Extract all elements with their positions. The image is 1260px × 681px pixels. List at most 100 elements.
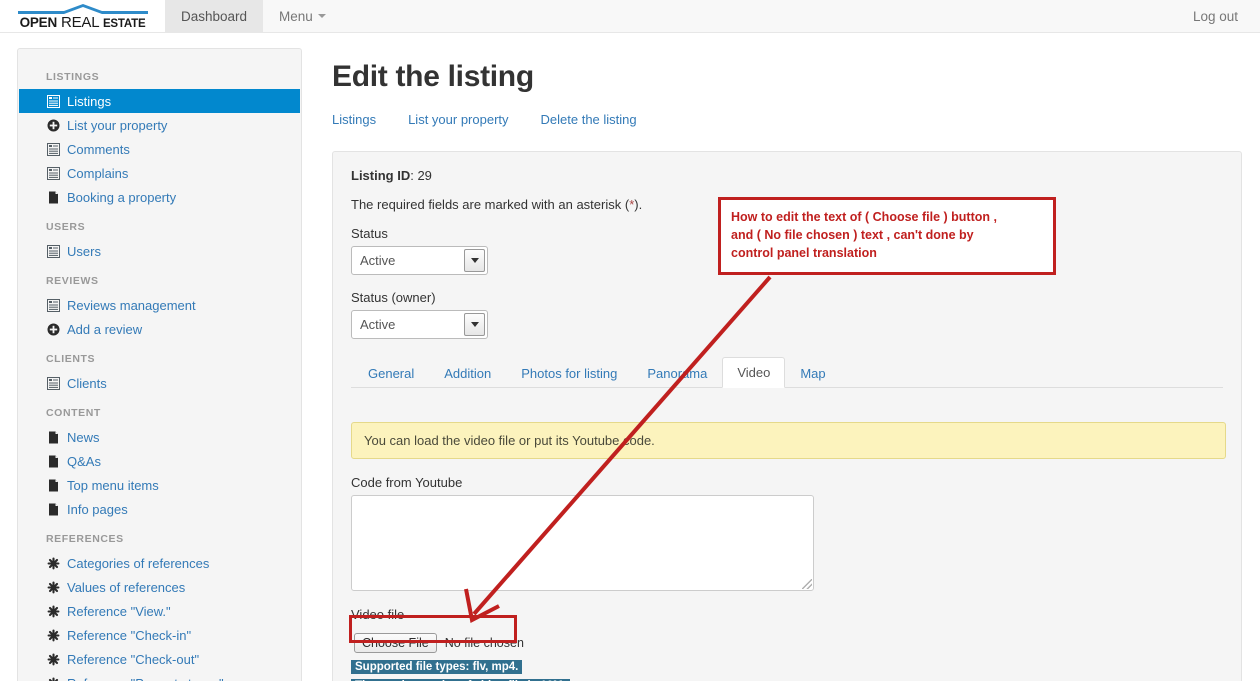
no-file-chosen-text: No file chosen (445, 636, 524, 650)
sidebar-item-label: Q&As (67, 454, 101, 469)
tab-video[interactable]: Video (722, 357, 785, 388)
video-file-input[interactable]: Choose File No file chosen (351, 631, 527, 655)
sidebar-heading-content: CONTENT (18, 395, 301, 425)
chevron-down-icon (318, 14, 326, 18)
brand-word-real: REAL (61, 14, 99, 31)
page-root: OPEN REAL ESTATE Dashboard Menu Log out … (0, 0, 1260, 681)
sidebar-item-news[interactable]: News (18, 425, 301, 449)
sidebar-item-reviews-management[interactable]: Reviews management (18, 293, 301, 317)
file-icon (46, 430, 60, 444)
sidebar-item-label: News (67, 430, 100, 445)
sidebar-item-categories-of-references[interactable]: Categories of references (18, 551, 301, 575)
sidebar-item-info-pages[interactable]: Info pages (18, 497, 301, 521)
status-owner-select-value: Active (352, 317, 395, 332)
sidebar-item-label: Booking a property (67, 190, 176, 205)
sidebar-item-comments[interactable]: Comments (18, 137, 301, 161)
listing-tabs: GeneralAdditionPhotos for listingPanoram… (351, 354, 1223, 388)
navbar-right: Log out (1189, 0, 1260, 32)
sidebar-item-listings[interactable]: Listings (19, 89, 300, 113)
sidebar-item-label: Clients (67, 376, 107, 391)
sidebar-item-q-as[interactable]: Q&As (18, 449, 301, 473)
logout-label: Log out (1193, 9, 1238, 24)
sidebar-item-top-menu-items[interactable]: Top menu items (18, 473, 301, 497)
status-select-value: Active (352, 253, 395, 268)
status-owner-select[interactable]: Active (351, 310, 488, 339)
asterisk-icon (46, 556, 60, 570)
nav-item-dashboard[interactable]: Dashboard (165, 0, 263, 32)
breadcrumb-list-your-property[interactable]: List your property (408, 112, 508, 127)
sidebar-item-label: Categories of references (67, 556, 209, 571)
video-info-alert: You can load the video file or put its Y… (351, 422, 1226, 459)
listing-id-label: Listing ID (351, 168, 410, 183)
sidebar-item-label: Info pages (67, 502, 128, 517)
listing-id-value: 29 (417, 168, 431, 183)
video-file-group: Video file Choose File No file chosen Su… (351, 607, 1223, 681)
resize-handle-icon[interactable] (802, 579, 812, 589)
asterisk-icon (46, 604, 60, 618)
list-table-icon (46, 142, 60, 156)
status-select[interactable]: Active (351, 246, 488, 275)
sidebar-item-label: List your property (67, 118, 167, 133)
brand-word-open: OPEN (20, 15, 57, 30)
chevron-down-icon[interactable] (464, 249, 485, 272)
asterisk-icon (46, 652, 60, 666)
sidebar-item-reference-view[interactable]: Reference "View." (18, 599, 301, 623)
tab-addition[interactable]: Addition (429, 358, 506, 388)
sidebar-item-label: Reference "Check-out" (67, 652, 199, 667)
status-owner-label: Status (owner) (351, 290, 1223, 305)
choose-file-button[interactable]: Choose File (354, 633, 437, 653)
sidebar-item-label: Reference "View." (67, 604, 171, 619)
sidebar-heading-clients: CLIENTS (18, 341, 301, 371)
sidebar-item-users[interactable]: Users (18, 239, 301, 263)
breadcrumb-delete-the-listing[interactable]: Delete the listing (541, 112, 637, 127)
breadcrumb-listings[interactable]: Listings (332, 112, 376, 127)
list-table-icon (46, 94, 60, 108)
sidebar-item-reference-property-types[interactable]: Reference "Property types" (18, 671, 301, 681)
required-note-head: The required fields are marked with an a… (351, 197, 629, 212)
plus-circle-icon (46, 118, 60, 132)
sidebar-heading-users: USERS (18, 209, 301, 239)
chevron-down-icon[interactable] (464, 313, 485, 336)
brand-word-estate: ESTATE (103, 18, 145, 30)
sidebar: LISTINGSListingsList your propertyCommen… (17, 48, 302, 681)
alert-text: You can load the video file or put its Y… (364, 433, 655, 448)
sidebar-item-values-of-references[interactable]: Values of references (18, 575, 301, 599)
file-icon (46, 454, 60, 468)
sidebar-item-label: Users (67, 244, 101, 259)
listing-id-row: Listing ID: 29 (351, 168, 1223, 183)
sidebar-item-clients[interactable]: Clients (18, 371, 301, 395)
logout-link[interactable]: Log out (1189, 0, 1242, 32)
tab-map[interactable]: Map (785, 358, 840, 388)
sidebar-item-label: Listings (67, 94, 111, 109)
brand-logo[interactable]: OPEN REAL ESTATE (0, 0, 165, 32)
tab-panorama[interactable]: Panorama (632, 358, 722, 388)
youtube-code-input[interactable] (351, 495, 814, 591)
tab-photos-for-listing[interactable]: Photos for listing (506, 358, 632, 388)
tab-general[interactable]: General (353, 358, 429, 388)
main-content: Edit the listing Listings List your prop… (320, 48, 1245, 681)
sidebar-item-label: Complains (67, 166, 128, 181)
list-table-icon (46, 166, 60, 180)
nav-menu-label: Menu (279, 9, 313, 24)
sidebar-item-label: Reviews management (67, 298, 196, 313)
asterisk-icon (46, 580, 60, 594)
sidebar-item-list-your-property[interactable]: List your property (18, 113, 301, 137)
sidebar-item-add-a-review[interactable]: Add a review (18, 317, 301, 341)
plus-circle-icon (46, 322, 60, 336)
asterisk-icon (46, 676, 60, 681)
sidebar-item-booking-a-property[interactable]: Booking a property (18, 185, 301, 209)
annotation-callout: How to edit the text of ( Choose file ) … (718, 197, 1056, 275)
sidebar-item-complains[interactable]: Complains (18, 161, 301, 185)
sidebar-item-label: Values of references (67, 580, 185, 595)
file-icon (46, 190, 60, 204)
sidebar-item-reference-check-out[interactable]: Reference "Check-out" (18, 647, 301, 671)
page-title: Edit the listing (332, 60, 1245, 94)
video-file-label: Video file (351, 607, 1223, 622)
top-navbar: OPEN REAL ESTATE Dashboard Menu Log out (0, 0, 1260, 33)
sidebar-heading-references: REFERENCES (18, 521, 301, 551)
nav-item-menu[interactable]: Menu (263, 0, 342, 32)
nav-dashboard-label: Dashboard (181, 9, 247, 24)
required-note-tail: ). (634, 197, 642, 212)
sidebar-item-reference-check-in[interactable]: Reference "Check-in" (18, 623, 301, 647)
hint-supported-types: Supported file types: flv, mp4. (351, 660, 522, 674)
